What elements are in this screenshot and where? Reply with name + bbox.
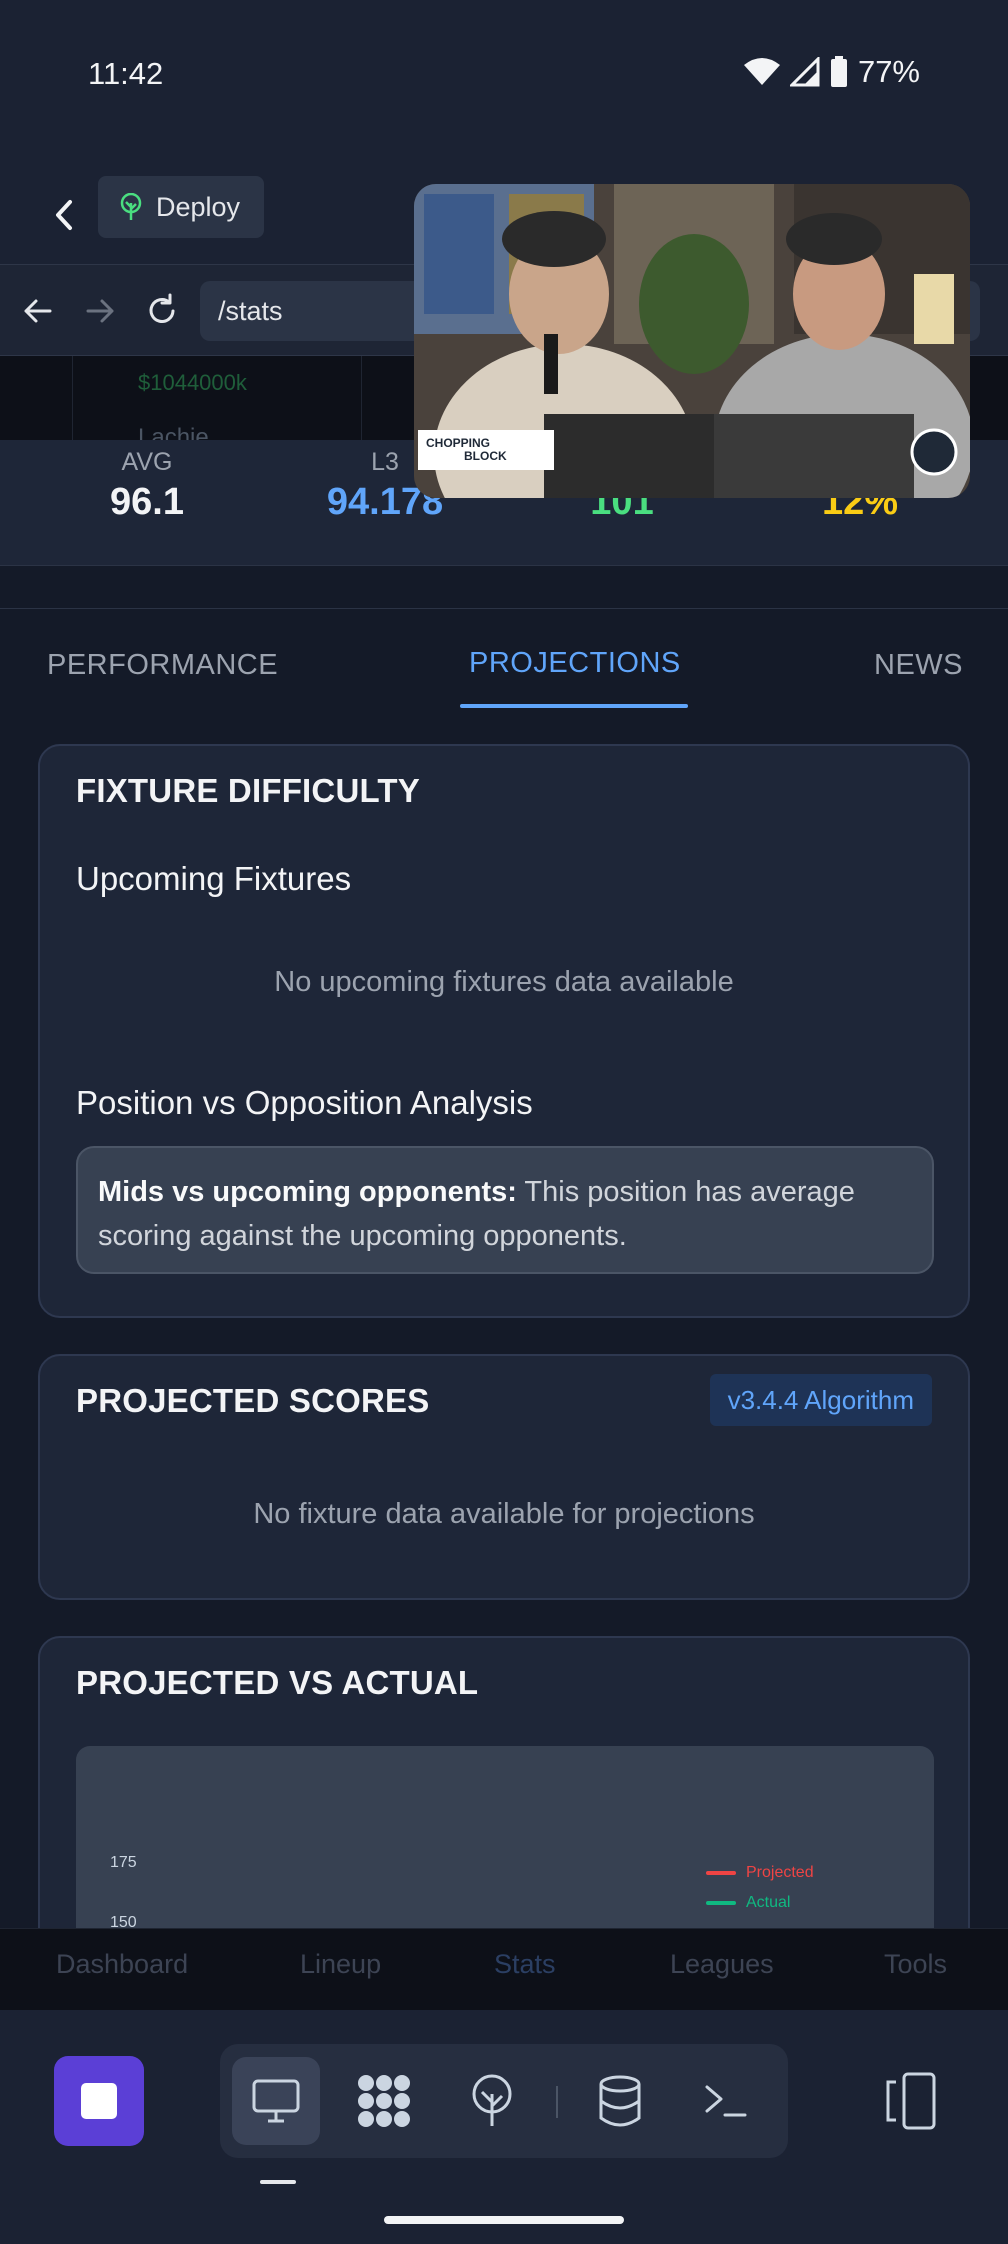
arrow-left-icon[interactable]: [16, 289, 60, 333]
terminal-icon: [705, 2085, 747, 2117]
tab-performance[interactable]: PERFORMANCE: [47, 649, 278, 682]
web-bottom-nav: Dashboard Lineup Stats Leagues Tools: [0, 1928, 1008, 2010]
table-cell: [72, 356, 362, 440]
legend-item-actual: Actual: [706, 1894, 790, 1912]
stat-value: 96.1: [110, 481, 184, 523]
nav-item-stats[interactable]: Stats: [494, 1949, 556, 1980]
nav-item-leagues[interactable]: Leagues: [670, 1949, 774, 1980]
signal-icon: [789, 57, 820, 87]
deploy-button[interactable]: Deploy: [98, 176, 265, 238]
projected-vs-actual-card: PROJECTED VS ACTUAL 175 150 Projected Ac…: [38, 1636, 970, 1928]
arrow-right-icon[interactable]: [78, 289, 122, 333]
tool-group: [220, 2044, 788, 2158]
status-time: 11:42: [88, 56, 164, 91]
tab-bar: PERFORMANCE PROJECTIONS NEWS: [0, 608, 1008, 708]
stat-avg: AVG 96.1: [47, 448, 247, 524]
price-value: $1044000k: [138, 370, 247, 395]
home-indicator[interactable]: [384, 2216, 624, 2224]
channel-name-line: BLOCK: [464, 449, 507, 463]
channel-name: CHOPPING BLOCK: [426, 437, 507, 463]
deploy-tree-icon: [472, 2074, 512, 2126]
analysis-label: Mids vs upcoming opponents:: [98, 1176, 517, 1208]
stop-button[interactable]: [54, 2056, 144, 2146]
nav-item-lineup[interactable]: Lineup: [300, 1949, 381, 1980]
monitor-tool[interactable]: [232, 2057, 320, 2145]
channel-label: CHOPPING BLOCK: [418, 430, 554, 470]
database-tool[interactable]: [576, 2057, 664, 2145]
tab-news[interactable]: NEWS: [874, 649, 963, 682]
nav-item-tools[interactable]: Tools: [884, 1949, 947, 1980]
y-tick-label: 150: [110, 1914, 137, 1928]
monitor-icon: [252, 2079, 300, 2123]
tab-projections[interactable]: PROJECTIONS: [469, 647, 681, 680]
empty-state-text: No upcoming fixtures data available: [274, 966, 734, 998]
wifi-icon: [743, 58, 780, 85]
nav-item-dashboard[interactable]: Dashboard: [56, 1949, 188, 1980]
grid-blob-icon: [358, 2075, 410, 2127]
empty-state-text: No fixture data available for projection…: [253, 1498, 755, 1530]
algorithm-badge: v3.4.4 Algorithm: [709, 1374, 932, 1426]
battery-percent: 77%: [857, 54, 920, 89]
swap-screen-icon[interactable]: [880, 2068, 940, 2134]
web-content: $1044000k Lachie AVG 96.1 L3 94.178 101 …: [0, 356, 1008, 1928]
y-tick-label: 175: [110, 1854, 137, 1871]
projected-scores-card: PROJECTED SCORES v3.4.4 Algorithm No fix…: [38, 1354, 970, 1600]
deploy-label: Deploy: [156, 191, 241, 222]
grid-tool[interactable]: [340, 2057, 428, 2145]
stop-icon: [81, 2083, 117, 2119]
reload-icon[interactable]: [140, 289, 184, 333]
database-icon: [599, 2075, 641, 2127]
card-title: FIXTURE DIFFICULTY: [76, 772, 420, 809]
upcoming-fixtures-heading: Upcoming Fixtures: [76, 860, 352, 897]
analysis-box: Mids vs upcoming opponents: This positio…: [76, 1146, 934, 1274]
chevron-left-icon[interactable]: [40, 190, 90, 240]
toolbar-divider: [556, 2086, 558, 2118]
fixture-difficulty-card: FIXTURE DIFFICULTY Upcoming Fixtures No …: [38, 744, 970, 1318]
legend-swatch: [706, 1901, 736, 1905]
legend-label: Actual: [746, 1894, 791, 1911]
status-bar: 11:42 77%: [0, 0, 1008, 150]
system-toolbar: [0, 2010, 1008, 2244]
battery-icon: [830, 56, 847, 87]
terminal-tool[interactable]: [682, 2057, 770, 2145]
deploy-tree-icon: [120, 193, 142, 220]
legend-label: Projected: [746, 1864, 814, 1881]
url-text: /stats: [218, 295, 283, 326]
stat-label: AVG: [121, 448, 173, 476]
active-tab-indicator: [460, 704, 688, 708]
legend-swatch: [706, 1871, 736, 1875]
card-title: PROJECTED VS ACTUAL: [76, 1664, 479, 1701]
pip-video[interactable]: CHOPPING BLOCK: [414, 184, 970, 498]
legend-item-projected: Projected: [706, 1864, 814, 1882]
active-indicator: [260, 2180, 296, 2184]
analysis-heading: Position vs Opposition Analysis: [76, 1084, 533, 1121]
status-icons: 77%: [743, 54, 920, 90]
deploy-tool[interactable]: [448, 2057, 536, 2145]
card-title: PROJECTED SCORES: [76, 1382, 430, 1419]
projected-vs-actual-chart: 175 150 Projected Actual: [76, 1746, 934, 1928]
